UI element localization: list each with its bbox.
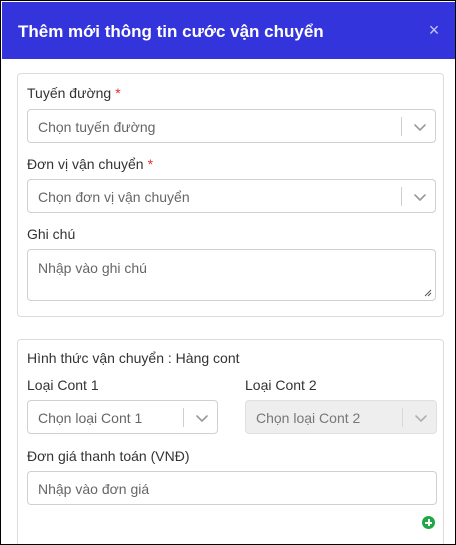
required-mark: *: [147, 156, 154, 172]
cont2-select[interactable]: Chọn loại Cont 2: [245, 400, 437, 434]
chevron-down-icon: [415, 415, 427, 422]
plus-bar: [427, 519, 430, 526]
cont2-placeholder: Chọn loại Cont 2: [256, 410, 361, 426]
carrier-select[interactable]: Chọn đơn vị vận chuyển: [27, 179, 436, 213]
route-label-text: Tuyến đường: [27, 85, 112, 101]
cont1-select[interactable]: Chọn loại Cont 1: [27, 400, 218, 434]
route-select[interactable]: Chọn tuyến đường: [27, 109, 436, 143]
note-placeholder: Nhập vào ghi chú: [38, 260, 147, 276]
chevron-down-icon[interactable]: [411, 188, 429, 206]
chevron-down-icon[interactable]: [411, 118, 429, 136]
note-textarea[interactable]: Nhập vào ghi chú: [27, 249, 436, 301]
modal-header: Thêm mới thông tin cước vận chuyển ×: [2, 2, 455, 59]
price-input[interactable]: Nhập vào đơn giá: [27, 471, 437, 505]
price-placeholder: Nhập vào đơn giá: [38, 481, 150, 497]
general-info-card: Tuyến đường * Chọn tuyến đường Đơn vị vận…: [17, 73, 444, 317]
shipping-method-card: Hình thức vận chuyển : Hàng cont Loại Co…: [17, 339, 444, 544]
select-separator: [402, 408, 403, 427]
required-mark: *: [115, 85, 121, 101]
chevron-down-icon[interactable]: [193, 409, 211, 427]
route-placeholder: Chọn tuyến đường: [38, 119, 156, 135]
modal-dialog: Thêm mới thông tin cước vận chuyển × Tuy…: [0, 0, 456, 545]
modal-title: Thêm mới thông tin cước vận chuyển: [18, 22, 324, 41]
plus-circle-icon[interactable]: [422, 516, 435, 529]
price-label: Đơn giá thanh toán (VNĐ): [27, 448, 190, 464]
cont2-label: Loại Cont 2: [245, 377, 317, 393]
close-icon[interactable]: ×: [424, 19, 444, 41]
resize-grip-icon[interactable]: [424, 289, 432, 297]
carrier-label: Đơn vị vận chuyển *: [27, 155, 153, 173]
select-separator: [401, 117, 402, 136]
modal-body: Tuyến đường * Chọn tuyến đường Đơn vị vận…: [2, 59, 455, 544]
cont1-placeholder: Chọn loại Cont 1: [38, 410, 143, 426]
shipping-method-label: Hình thức vận chuyển : Hàng cont: [27, 350, 240, 366]
select-separator: [401, 187, 402, 206]
carrier-placeholder: Chọn đơn vị vận chuyển: [38, 189, 190, 205]
carrier-label-text: Đơn vị vận chuyển: [27, 156, 144, 172]
route-label: Tuyến đường *: [27, 84, 121, 102]
cont1-label: Loại Cont 1: [27, 377, 99, 393]
select-separator: [183, 408, 184, 427]
note-label: Ghi chú: [27, 226, 76, 242]
